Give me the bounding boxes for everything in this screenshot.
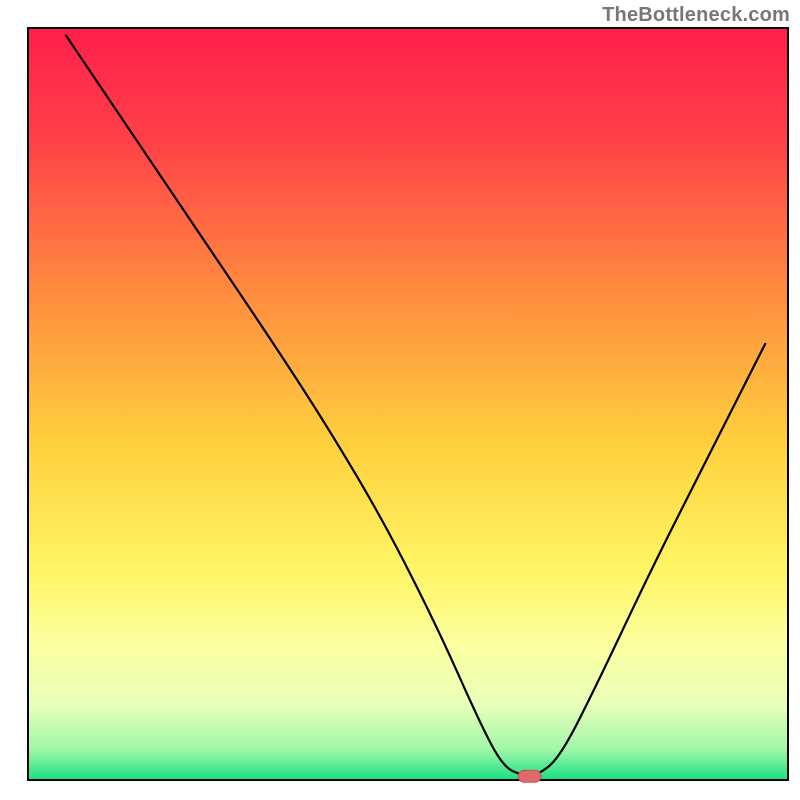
plot-background — [28, 28, 788, 780]
optimum-marker — [518, 770, 541, 782]
chart-canvas: TheBottleneck.com — [0, 0, 800, 800]
plot-svg — [0, 0, 800, 800]
